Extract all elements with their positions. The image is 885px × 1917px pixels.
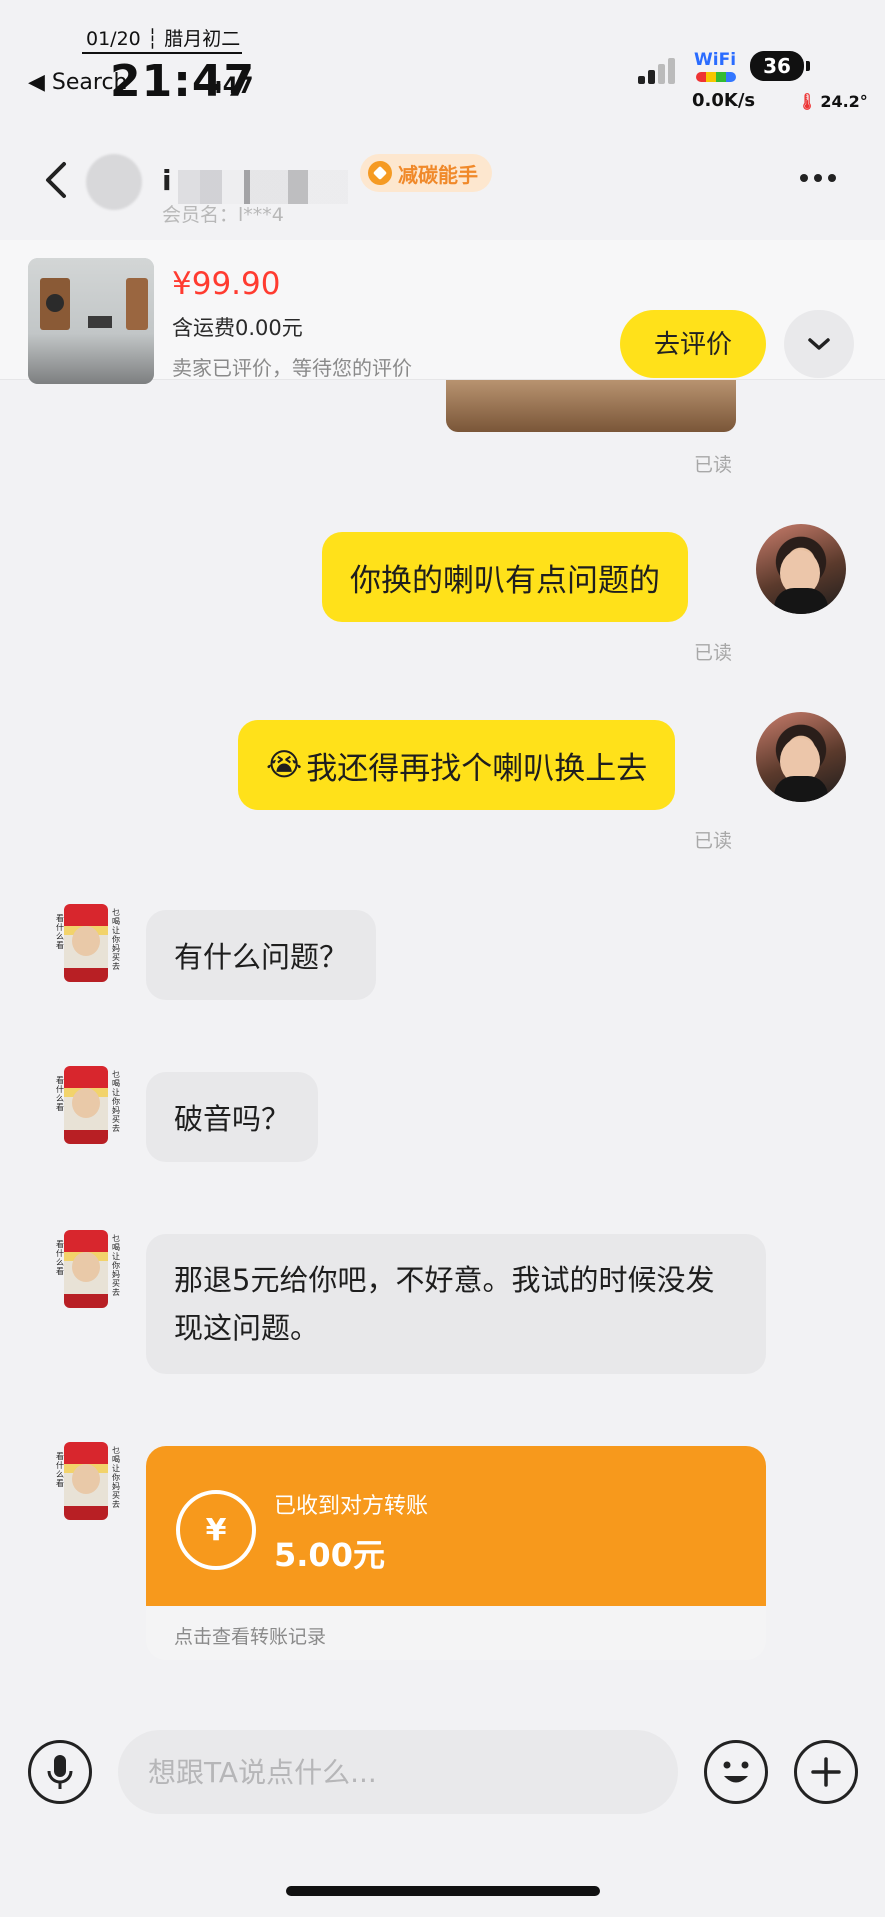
message-text: 那退5元给你吧，不好意。我试的时候没发现这问题。	[174, 1263, 715, 1345]
message-bubble-sent[interactable]: 😭 我还得再找个喇叭换上去	[238, 720, 676, 810]
microphone-icon	[47, 1755, 73, 1789]
battery-icon: 36	[750, 51, 804, 81]
smiley-icon	[723, 1761, 749, 1783]
chevron-down-icon	[808, 338, 830, 350]
seller-avatar[interactable]: 看什么看 乜喝让你妈买去	[56, 1230, 122, 1310]
dot-icon	[828, 174, 836, 182]
message-text: 有什么问题？	[174, 940, 349, 974]
badge-label: 减碳能手	[398, 162, 478, 187]
contact-name-prefix: i	[162, 164, 172, 197]
contact-name[interactable]: i	[162, 160, 352, 204]
read-receipt: 已读	[694, 642, 733, 664]
avatar-caption: 乜喝让你妈买去	[112, 1070, 120, 1133]
thermometer-icon: 🌡	[797, 92, 818, 111]
voice-button[interactable]	[28, 1740, 92, 1804]
seller-avatar[interactable]: 看什么看 乜喝让你妈买去	[56, 1442, 122, 1522]
expand-button[interactable]	[784, 310, 854, 378]
avatar-caption: 看什么看	[56, 1076, 64, 1112]
avatar-caption: 乜喝让你妈买去	[112, 1446, 120, 1509]
contact-avatar[interactable]	[86, 154, 142, 210]
transfer-card-header: ¥ 已收到对方转账 5.00元	[146, 1446, 766, 1606]
status-divider	[82, 52, 242, 54]
chevron-left-icon	[46, 162, 66, 198]
seller-avatar[interactable]: 看什么看 乜喝让你妈买去	[56, 1066, 122, 1146]
read-receipt: 已读	[694, 454, 733, 476]
avatar-caption: 看什么看	[56, 1240, 64, 1276]
transfer-card[interactable]: ¥ 已收到对方转账 5.00元 点击查看转账记录	[146, 1446, 766, 1660]
seller-avatar[interactable]: 看什么看 乜喝让你妈买去	[56, 904, 122, 984]
status-date: 01/20 ┆ 腊月初二	[86, 28, 241, 50]
previous-image-message[interactable]	[446, 380, 736, 432]
transfer-title: 已收到对方转账	[274, 1494, 429, 1519]
review-status: 卖家已评价，等待您的评价	[172, 356, 412, 380]
avatar-caption: 看什么看	[56, 1452, 64, 1488]
my-avatar[interactable]	[756, 524, 846, 614]
message-text: 我还得再找个喇叭换上去	[306, 750, 648, 787]
leaf-badge-icon	[368, 161, 392, 185]
carbon-badge[interactable]: 减碳能手	[360, 154, 492, 192]
product-price: ¥99.90	[172, 266, 281, 302]
status-seconds: :47	[214, 74, 254, 99]
plus-icon	[811, 1757, 841, 1787]
more-options-button[interactable]	[800, 174, 836, 182]
back-button[interactable]	[38, 158, 74, 202]
dot-icon	[814, 174, 822, 182]
home-indicator[interactable]	[286, 1886, 600, 1896]
status-bar: 01/20 ┆ 腊月初二 ◀ Search 21:47 :47 WiFi 36 …	[0, 0, 885, 120]
message-text: 破音吗？	[174, 1102, 291, 1136]
member-label: 会员名：l***4	[162, 204, 284, 226]
message-text: 你换的喇叭有点问题的	[350, 562, 660, 599]
transfer-amount: 5.00元	[274, 1536, 385, 1574]
temperature: 🌡 24.2°	[797, 92, 868, 111]
transfer-footer-link[interactable]: 点击查看转账记录	[174, 1622, 326, 1649]
shipping-info: 含运费0.00元	[172, 316, 303, 340]
transfer-yuan-icon: ¥	[176, 1490, 256, 1570]
emoji-button[interactable]	[704, 1740, 768, 1804]
temperature-value: 24.2°	[820, 92, 868, 111]
avatar-caption: 乜喝让你妈买去	[112, 1234, 120, 1297]
message-input[interactable]	[118, 1730, 678, 1814]
name-mosaic	[178, 170, 348, 204]
my-avatar[interactable]	[756, 712, 846, 802]
add-attachment-button[interactable]	[794, 1740, 858, 1804]
input-bar	[0, 1700, 885, 1860]
product-image[interactable]	[28, 258, 154, 384]
message-bubble-received[interactable]: 有什么问题？	[146, 910, 377, 1000]
message-bubble-sent[interactable]: 你换的喇叭有点问题的	[322, 532, 688, 622]
battery-cap	[806, 61, 810, 71]
chat-messages[interactable]: 已读 你换的喇叭有点问题的 已读 😭 我还得再找个喇叭换上去 已读 看什么看 乜…	[0, 380, 885, 1690]
read-receipt: 已读	[694, 830, 733, 852]
order-card[interactable]: ¥99.90 含运费0.00元 卖家已评价，等待您的评价 去评价	[0, 240, 885, 384]
review-button[interactable]: 去评价	[620, 310, 766, 378]
message-bubble-received[interactable]: 破音吗？	[146, 1072, 319, 1162]
message-bubble-received[interactable]: 那退5元给你吧，不好意。我试的时候没发现这问题。	[146, 1234, 766, 1374]
crying-emoji-icon: 😭	[266, 747, 303, 783]
avatar-caption: 乜喝让你妈买去	[112, 908, 120, 971]
wifi-icon: WiFi	[694, 50, 737, 70]
dot-icon	[800, 174, 808, 182]
avatar-caption: 看什么看	[56, 914, 64, 950]
signal-icon	[638, 58, 676, 84]
wifi-indicator	[696, 72, 736, 82]
chat-header: i 减碳能手 会员名：l***4	[0, 130, 885, 230]
net-speed: 0.0K/s	[692, 90, 756, 111]
